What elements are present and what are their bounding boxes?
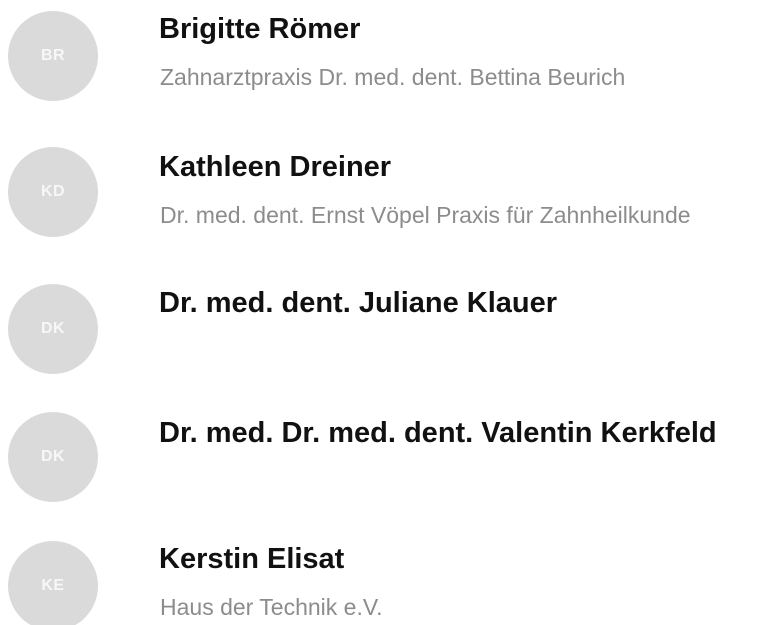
avatar: KD [8, 147, 98, 237]
avatar: BR [8, 11, 98, 101]
avatar: DK [8, 412, 98, 502]
contact-name: Dr. med. Dr. med. dent. Valentin Kerkfel… [159, 417, 717, 449]
contact-name: Kathleen Dreiner [159, 151, 392, 183]
contact-organization: Haus der Technik e.V. [160, 594, 383, 620]
contact-name: Kerstin Elisat [159, 543, 345, 575]
contact-item[interactable]: DK Dr. med. dent. Juliane Klauer [0, 272, 767, 374]
avatar: KE [8, 541, 98, 625]
contact-item[interactable]: KD Kathleen Dreiner Dr. med. dent. Ernst… [0, 136, 767, 237]
avatar: DK [8, 284, 98, 374]
contact-list: BR Brigitte Römer Zahnarztpraxis Dr. med… [0, 0, 767, 625]
contact-organization: Zahnarztpraxis Dr. med. dent. Bettina Be… [160, 64, 626, 90]
contact-name: Brigitte Römer [159, 13, 361, 45]
contact-item[interactable]: BR Brigitte Römer Zahnarztpraxis Dr. med… [0, 0, 767, 101]
contact-item[interactable]: DK Dr. med. Dr. med. dent. Valentin Kerk… [0, 400, 767, 502]
contact-item[interactable]: KE Kerstin Elisat Haus der Technik e.V. [0, 530, 767, 625]
contact-organization: Dr. med. dent. Ernst Vöpel Praxis für Za… [160, 202, 691, 228]
contact-name: Dr. med. dent. Juliane Klauer [159, 287, 558, 319]
